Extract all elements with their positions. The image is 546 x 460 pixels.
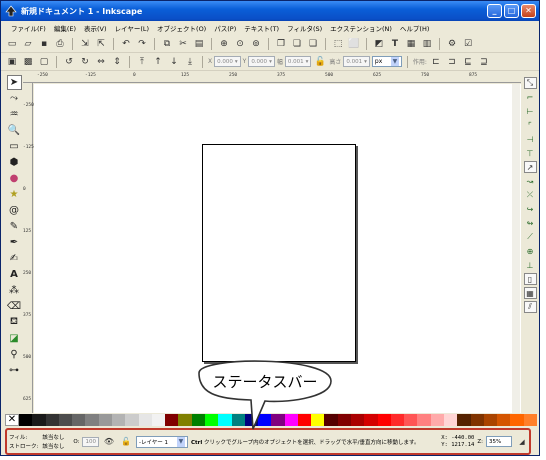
- callout-text: ステータスバー: [212, 373, 318, 391]
- inkscape-window: 新規ドキュメント 1 - Inkscape _ □ ✕ ファイル(F) 編集(E…: [0, 0, 540, 456]
